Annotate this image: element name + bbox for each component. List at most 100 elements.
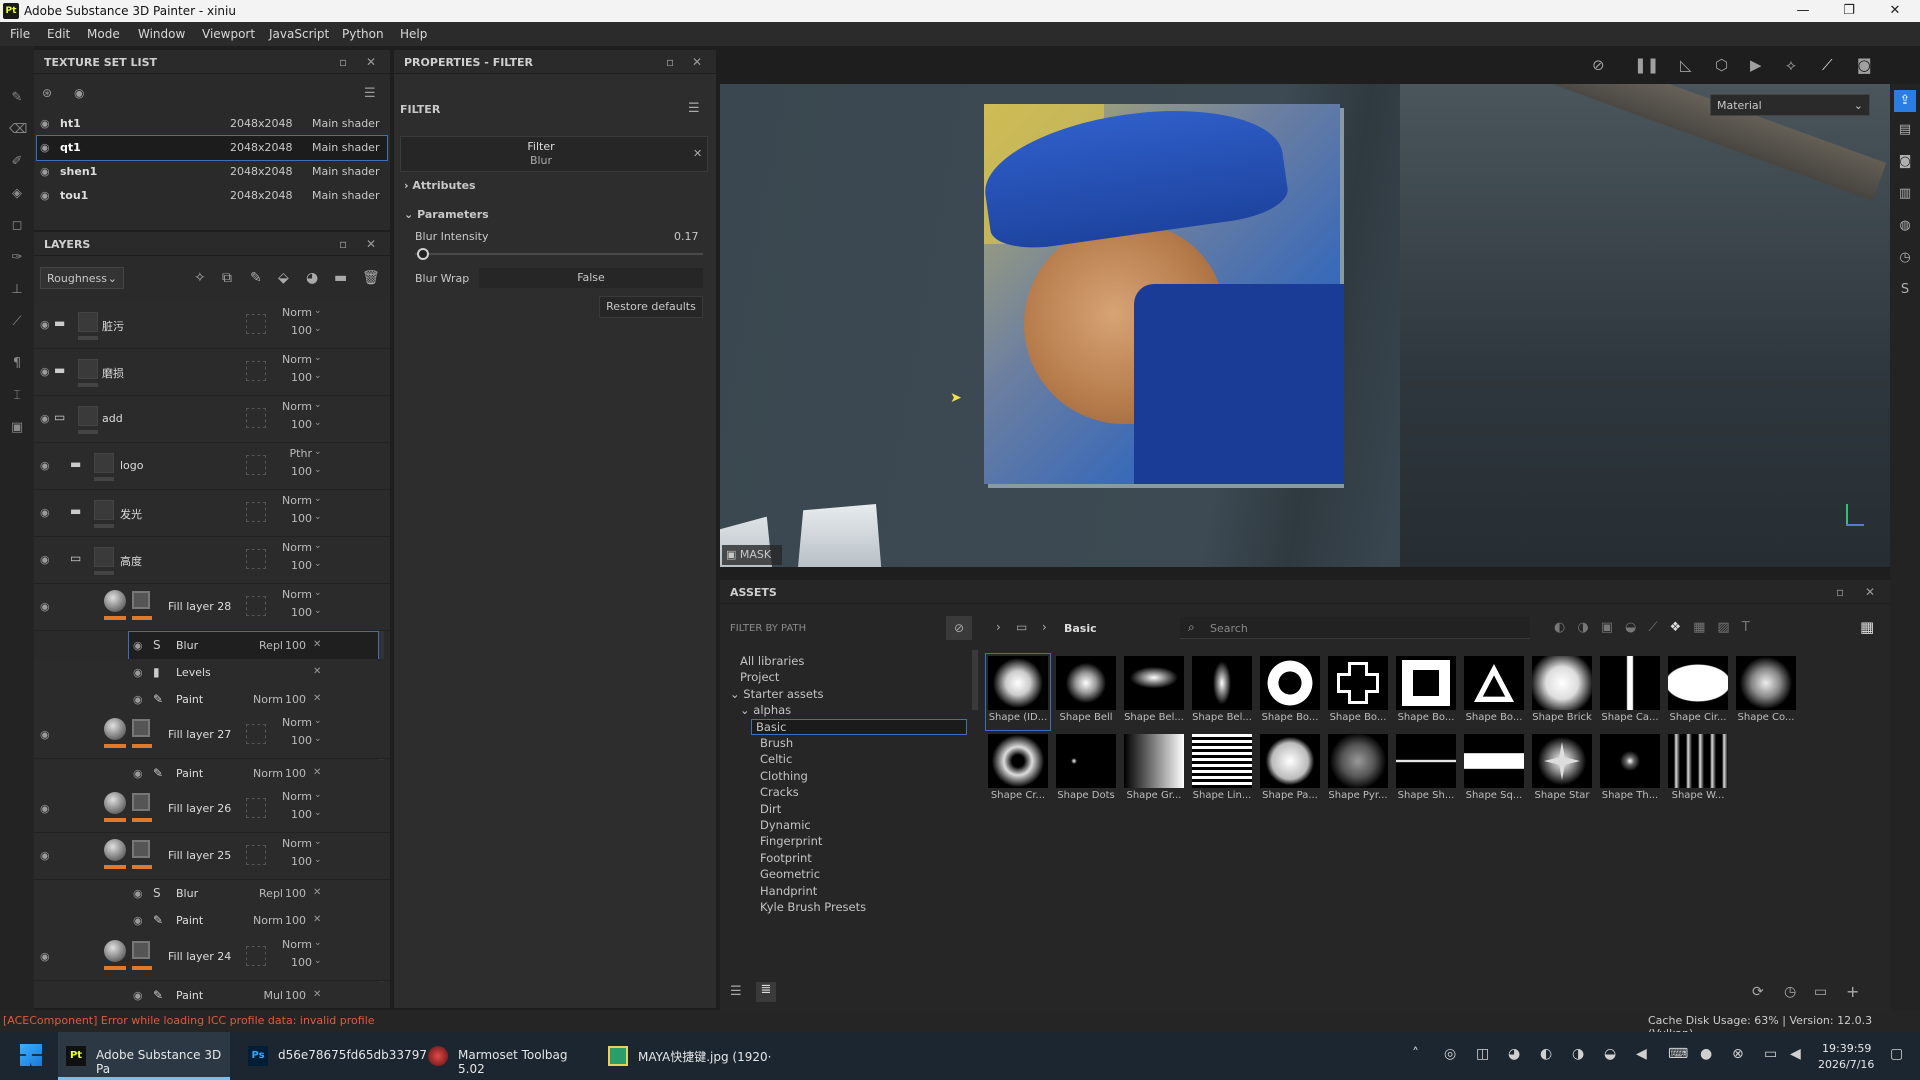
hide-icon[interactable]: ⊘	[1592, 56, 1605, 74]
smart-material-filter-icon[interactable]: ◑	[1577, 620, 1600, 635]
visibility-eye-icon[interactable]: ◉	[40, 459, 50, 472]
effect-blend-mode[interactable]: Mul	[239, 989, 283, 1002]
asset-tile[interactable]: Shape Cr...	[986, 732, 1050, 808]
layer-opacity[interactable]: 100	[252, 559, 312, 572]
fill-layer-row[interactable]: ◉ Fill layer 26 Norm ⌄ 100 ⌄	[34, 786, 390, 833]
history-icon[interactable]: ◷	[1784, 984, 1796, 1000]
add-effect-icon[interactable]: ✧	[194, 270, 206, 286]
menu-mode[interactable]: Mode	[87, 27, 120, 41]
projection-icon[interactable]: ✐	[9, 154, 25, 170]
folder-icon[interactable]: ▬	[70, 457, 81, 471]
tree-view-icon[interactable]: ≣	[756, 982, 776, 1002]
add-paint-layer-icon[interactable]: ✎	[250, 270, 262, 286]
layer-opacity[interactable]: 100	[252, 734, 312, 747]
asset-tile[interactable]: Shape Cir...	[1666, 654, 1730, 730]
microphone-icon[interactable]: ●	[1700, 1046, 1712, 1062]
effect-blend-mode[interactable]: Repl	[239, 639, 283, 652]
tree-item[interactable]: Footprint	[760, 851, 812, 865]
clone-icon[interactable]: ✑	[9, 250, 25, 266]
effect-opacity[interactable]: 100	[285, 989, 306, 1002]
layer-effect-row[interactable]: ◉ ▮ Levels ✕	[34, 659, 390, 686]
remove-effect-icon[interactable]: ✕	[313, 639, 321, 650]
layer-opacity[interactable]: 100	[252, 465, 312, 478]
visibility-eye-icon[interactable]: ◉	[133, 887, 143, 900]
visibility-eye-icon[interactable]: ◉	[40, 506, 50, 519]
windows-start-icon[interactable]	[20, 1044, 42, 1066]
restore-defaults-button[interactable]: Restore defaults	[599, 296, 703, 318]
chevron-right-icon[interactable]: ›	[996, 620, 1001, 634]
hide-filter-icon[interactable]: ⊘	[946, 616, 972, 640]
layer-opacity[interactable]: 100	[252, 956, 312, 969]
slider-handle[interactable]	[417, 248, 429, 260]
layer-opacity[interactable]: 100	[252, 808, 312, 821]
close-button[interactable]: ✕	[1872, 0, 1918, 22]
substance-icon[interactable]: S	[1897, 282, 1913, 298]
effect-blend-mode[interactable]: Norm	[239, 914, 283, 927]
texture-set-shader[interactable]: Main shader	[312, 165, 379, 178]
mask-thumbnail[interactable]	[132, 941, 150, 959]
fill-layer-row[interactable]: ◉ Fill layer 28 Norm ⌄ 100 ⌄	[34, 584, 390, 631]
network-icon[interactable]: ▭	[1764, 1046, 1777, 1062]
symmetry-icon[interactable]: ⟡	[1786, 56, 1796, 74]
blur-intensity-slider[interactable]	[415, 248, 703, 260]
pause-icon[interactable]: ❚❚	[1634, 56, 1659, 74]
display-settings-icon[interactable]: ◙	[1897, 154, 1913, 170]
texture-set-shader[interactable]: Main shader	[312, 141, 379, 154]
tree-item[interactable]: ⌄ alphas	[740, 703, 791, 717]
refresh-icon[interactable]: ⟳	[1752, 984, 1764, 1000]
parameters-section[interactable]: ⌄ Parameters	[404, 208, 489, 221]
viewport-mode-select[interactable]: Material ⌄	[1710, 94, 1870, 116]
layer-opacity[interactable]: 100	[252, 418, 312, 431]
text-tool-icon[interactable]: ¶	[9, 356, 25, 372]
asset-tile[interactable]: Shape Bel...	[1190, 654, 1254, 730]
tree-item[interactable]: Clothing	[760, 769, 808, 783]
menu-viewport[interactable]: Viewport	[202, 27, 255, 41]
layer-blend-mode[interactable]: Norm	[252, 541, 312, 554]
menu-file[interactable]: File	[10, 27, 30, 41]
asset-tile[interactable]: Shape Brick	[1530, 654, 1594, 730]
close-icon[interactable]: ✕	[366, 55, 376, 69]
mask-thumbnail[interactable]	[132, 591, 150, 609]
folder-layer-row[interactable]: ◉ ▭ add Norm ⌄ 100 ⌄	[34, 396, 390, 443]
tray-app-icon[interactable]: ◒	[1604, 1046, 1616, 1062]
folder-layer-row[interactable]: ◉ ▬ 发光 Norm ⌄ 100 ⌄	[34, 490, 390, 537]
steam-icon[interactable]: ◎	[1444, 1046, 1456, 1062]
mask-thumbnail[interactable]	[132, 840, 150, 858]
visibility-eye-icon[interactable]: ◉	[40, 600, 50, 613]
folder-icon[interactable]: ▬	[54, 363, 65, 377]
layer-blend-mode[interactable]: Norm	[252, 353, 312, 366]
menu-python[interactable]: Python	[342, 27, 384, 41]
layer-blend-mode[interactable]: Norm	[252, 494, 312, 507]
camera-view-icon[interactable]: ◺	[1680, 56, 1692, 74]
folder-icon[interactable]: ▭	[1016, 620, 1027, 634]
material-filter-icon[interactable]: ◐	[1554, 620, 1577, 635]
maximize-button[interactable]: ❐	[1826, 0, 1872, 22]
tray-app-icon[interactable]: ◐	[1540, 1046, 1552, 1062]
folder-icon[interactable]: ▬	[70, 504, 81, 518]
material-picker-icon[interactable]: ⊥	[9, 282, 25, 298]
float-icon[interactable]: ▫	[339, 55, 347, 69]
eye-icon[interactable]: ◉	[74, 86, 84, 100]
close-icon[interactable]: ✕	[366, 237, 376, 251]
tree-item[interactable]: Cracks	[760, 785, 799, 799]
layer-effect-row[interactable]: ◉ ✎ Paint Norm 100 ✕	[34, 686, 390, 713]
blur-intensity-value[interactable]: 0.17	[674, 230, 699, 243]
tree-item[interactable]: Basic	[751, 718, 967, 735]
tree-item[interactable]: Fingerprint	[760, 834, 822, 848]
layer-effect-row[interactable]: ◉ ✎ Paint Norm 100 ✕	[34, 760, 390, 787]
tree-item[interactable]: Dynamic	[760, 818, 811, 832]
visibility-eye-icon[interactable]: ◉	[133, 767, 143, 780]
add-fill-layer-icon[interactable]: ⬙	[278, 270, 289, 286]
folder-layer-row[interactable]: ◉ ▭ 高度 Norm ⌄ 100 ⌄	[34, 537, 390, 584]
visibility-eye-icon[interactable]: ◉	[133, 639, 143, 652]
filter-filter-icon[interactable]: ◒	[1625, 620, 1648, 635]
layer-effect-row[interactable]: ◉ S Blur Repl 100 ✕	[128, 631, 379, 660]
screenshot-icon[interactable]: ◙	[1857, 56, 1872, 74]
menu-icon[interactable]: ☰	[688, 101, 700, 116]
layer-effect-row[interactable]: ◉ S Blur Repl 100 ✕	[34, 880, 390, 907]
menu-edit[interactable]: Edit	[47, 27, 70, 41]
folder-layer-row[interactable]: ◉ ▬ logo Pthr ⌄ 100 ⌄	[34, 443, 390, 490]
tree-item[interactable]: Dirt	[760, 802, 781, 816]
asset-tile[interactable]: Shape Bo...	[1462, 654, 1526, 730]
layer-blend-mode[interactable]: Norm	[252, 588, 312, 601]
